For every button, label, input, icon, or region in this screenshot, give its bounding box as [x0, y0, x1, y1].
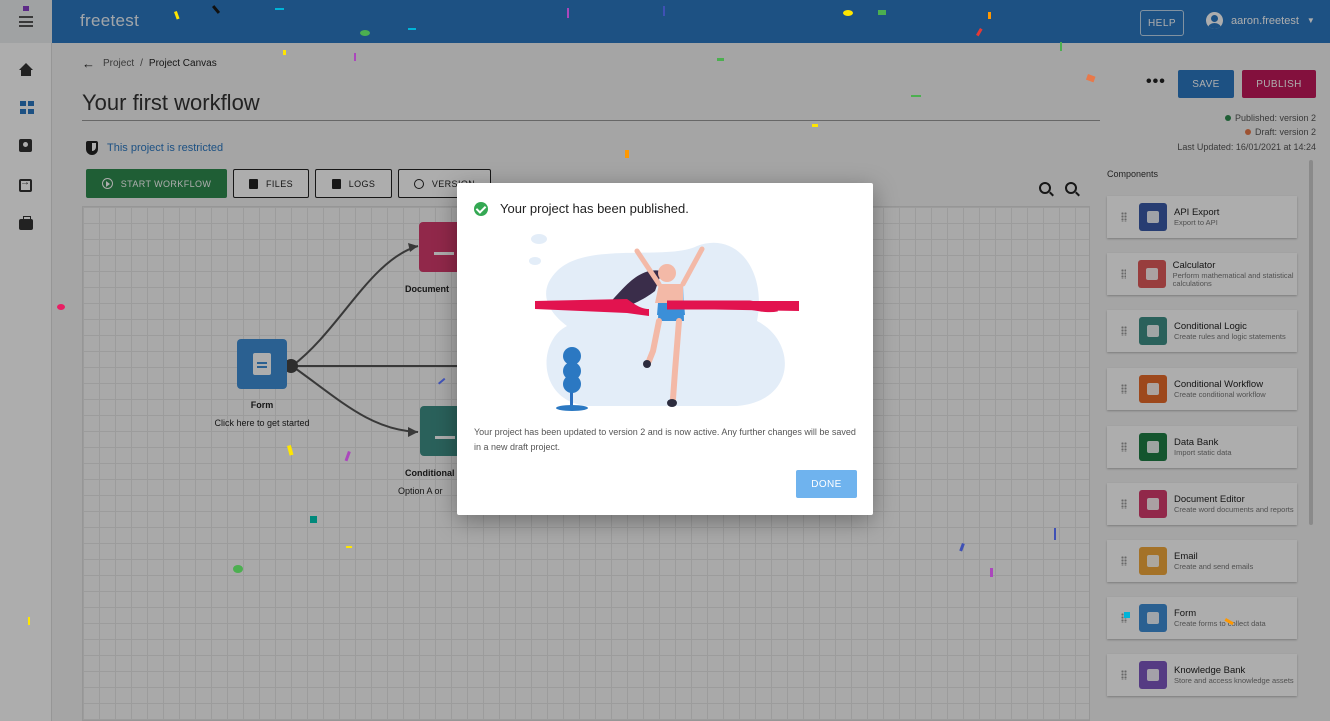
publish-success-dialog: Your project has been published. Your pr…	[457, 183, 873, 515]
dialog-header: Your project has been published.	[474, 201, 689, 216]
finish-line-illustration	[529, 234, 799, 411]
check-circle-icon	[474, 201, 488, 216]
done-button[interactable]: DONE	[796, 470, 857, 498]
dialog-message: Your project has been updated to version…	[474, 427, 856, 452]
dialog-title: Your project has been published.	[500, 201, 689, 216]
